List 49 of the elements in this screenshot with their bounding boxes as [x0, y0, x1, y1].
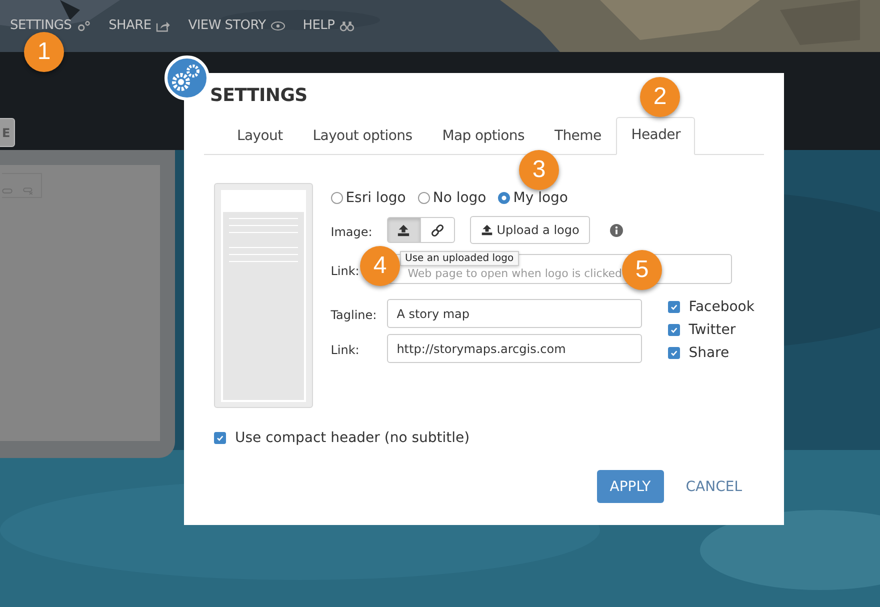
checkmark-icon — [668, 325, 679, 335]
upload-toggle[interactable] — [386, 217, 421, 243]
binoculars-icon — [340, 20, 354, 32]
field-label: Link: — [330, 343, 360, 357]
tagline-field[interactable]: A story map — [386, 299, 642, 328]
menu-item[interactable]: SHARE — [108, 18, 170, 33]
radio-option[interactable]: Esri logo — [330, 190, 406, 206]
upload-button[interactable]: Upload a logo — [470, 216, 590, 244]
gears-icon — [76, 20, 91, 32]
checkmark-icon — [668, 302, 679, 312]
checkbox[interactable] — [668, 324, 680, 336]
radio-button[interactable] — [418, 192, 430, 204]
checkbox-label: Share — [688, 345, 730, 361]
checkbox-label: Facebook — [688, 299, 754, 315]
checkbox[interactable] — [668, 301, 680, 313]
option-label: No logo — [432, 190, 486, 206]
radio-button[interactable] — [498, 192, 510, 204]
menu-item[interactable]: HELP — [302, 18, 354, 33]
option-label: Esri logo — [346, 190, 406, 206]
link-field[interactable]: http://storymaps.arcgis.com — [386, 334, 642, 363]
upload-icon — [480, 224, 493, 236]
tab[interactable]: Layout — [222, 117, 298, 155]
field-label: Link: — [330, 264, 360, 278]
link-toggle[interactable] — [420, 217, 455, 243]
field-label: Image: — [330, 224, 372, 238]
radio-button[interactable] — [330, 192, 343, 204]
checkmark-icon — [668, 348, 679, 358]
hint-tooltip: Use an uploaded logo — [400, 251, 519, 266]
checkbox-label: Use compact header (no subtitle) — [235, 430, 470, 446]
tab[interactable]: Header — [616, 117, 696, 155]
menu-item[interactable]: SETTINGS — [10, 18, 91, 33]
share-icon — [156, 20, 170, 32]
info-icon[interactable] — [610, 224, 624, 236]
field-label: Tagline: — [330, 308, 377, 322]
link-icon — [430, 224, 444, 236]
apply-button[interactable]: APPLY — [596, 470, 664, 503]
radio-option[interactable]: No logo — [418, 190, 486, 206]
checkbox-label: Twitter — [688, 322, 736, 338]
option-label: My logo — [513, 190, 568, 206]
radio-option[interactable]: My logo — [498, 190, 568, 206]
checkmark-icon — [215, 433, 225, 443]
tab[interactable]: Layout options — [298, 117, 428, 155]
dialog-title: SETTINGS — [210, 85, 308, 106]
eye-icon — [270, 20, 285, 32]
upload-icon — [397, 224, 410, 236]
checkbox[interactable] — [668, 347, 680, 359]
cancel-button[interactable]: CANCEL — [676, 470, 752, 503]
menu-item[interactable]: VIEW STORY — [188, 18, 285, 33]
checkbox[interactable] — [214, 432, 226, 444]
